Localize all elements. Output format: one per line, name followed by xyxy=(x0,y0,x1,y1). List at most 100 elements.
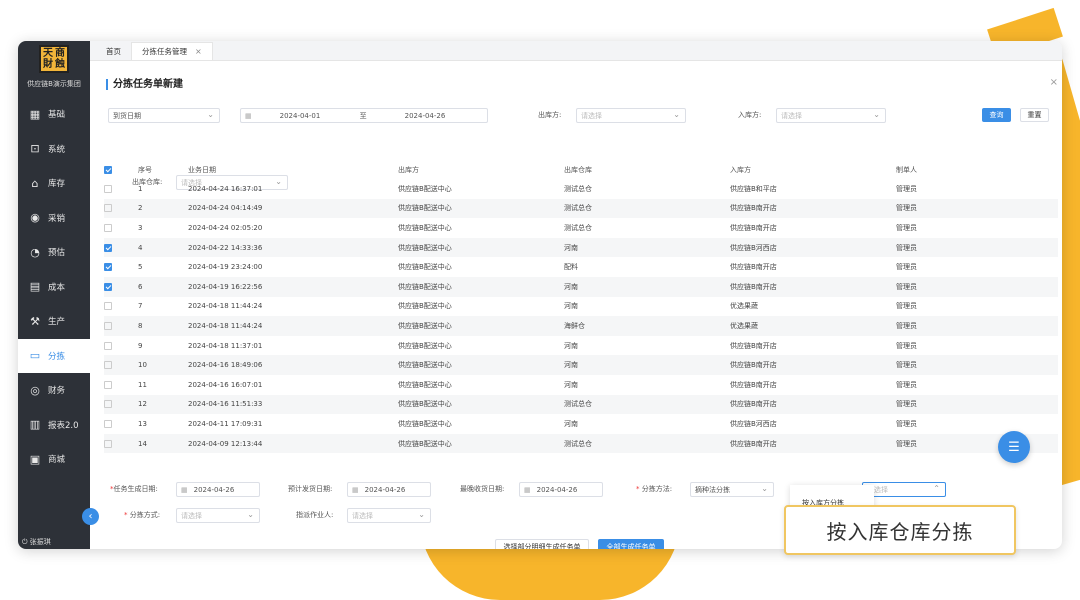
nav-item-mall[interactable]: ▣ 商城 xyxy=(18,442,90,477)
in-party-select[interactable]: 请选择 ⌄ xyxy=(776,108,886,123)
cell-in: 供应链B南开店 xyxy=(730,355,896,375)
table-row[interactable]: 6 2024-04-19 16:22:56 供应链B配送中心 河南 供应链B南开店 管理员 xyxy=(104,276,1058,297)
query-button[interactable]: 查询 xyxy=(982,108,1011,122)
cell-date: 2024-04-19 16:22:56 xyxy=(188,276,398,297)
chevron-down-icon: ⌄ xyxy=(207,110,214,119)
close-icon[interactable]: × xyxy=(1050,77,1058,88)
user-info[interactable]: ⏻ 张振琪 xyxy=(22,537,51,547)
exchange-icon: ◉ xyxy=(30,211,40,225)
nav-item-production[interactable]: ⚒ 生产 xyxy=(18,304,90,339)
cell-wh: 测试总仓 xyxy=(564,223,592,232)
out-party-select[interactable]: 请选择 ⌄ xyxy=(576,108,686,123)
nav-item-inventory[interactable]: ⌂ 库存 xyxy=(18,166,90,201)
cell-in: 供应链B河西店 xyxy=(730,419,777,428)
row-checkbox[interactable] xyxy=(104,439,112,448)
row-checkbox[interactable] xyxy=(104,184,112,193)
cell-out: 供应链B配送中心 xyxy=(398,302,452,311)
logo: 天 商 財 蝕 xyxy=(39,45,69,73)
sidebar: 天 商 財 蝕 供应链B演示集团 ▦ 基础 ⊡ 系统 ⌂ 库存 ◉ 采销 ◔ 预估 ▤ 成本… xyxy=(18,41,90,549)
cell-maker: 管理员 xyxy=(896,198,1058,219)
cell-no: 14 xyxy=(138,433,188,454)
table-row[interactable]: 9 2024-04-18 11:37:01 供应链B配送中心 河南 供应链B南开店 管理员 xyxy=(104,336,1058,356)
nav-label: 生产 xyxy=(48,317,66,328)
select-all-checkbox[interactable] xyxy=(104,165,112,174)
table-row[interactable]: 4 2024-04-22 14:33:36 供应链B配送中心 河南 供应链B河西店 管理员 xyxy=(104,237,1058,258)
close-icon[interactable]: × xyxy=(195,47,202,56)
nav-label: 成本 xyxy=(48,282,66,293)
select-all-cell xyxy=(104,160,138,179)
cell-out: 供应链B配送中心 xyxy=(398,184,452,193)
table-row[interactable]: 7 2024-04-18 11:44:24 供应链B配送中心 河南 优选果蔬 管理员 xyxy=(104,297,1058,317)
cell-in: 供应链B南开店 xyxy=(730,433,896,454)
cell-no: 7 xyxy=(138,302,143,311)
nav-item-finance[interactable]: ◎ 财务 xyxy=(18,373,90,408)
table-row[interactable]: 1 2024-04-24 16:37:01 供应链B配送中心 测试总仓 供应链B和平店 管… xyxy=(104,179,1058,199)
table-row[interactable]: 12 2024-04-16 11:51:33 供应链B配送中心 测试总仓 供应链B南开店… xyxy=(104,394,1058,415)
row-select-cell xyxy=(104,276,138,297)
cell-out: 供应链B配送中心 xyxy=(398,316,564,336)
table-row[interactable]: 3 2024-04-24 02:05:20 供应链B配送中心 测试总仓 供应链B南开店 管… xyxy=(104,218,1058,238)
col-header: 序号 xyxy=(138,165,152,174)
cell-maker: 管理员 xyxy=(896,223,917,232)
table-row[interactable]: 10 2024-04-16 18:49:06 供应链B配送中心 河南 供应链B南开店 管理… xyxy=(104,355,1058,375)
nav-menu: ▦ 基础 ⊡ 系统 ⌂ 库存 ◉ 采销 ◔ 预估 ▤ 成本 ⚒ 生产 ▭ 分拣 ◎ 财务 ▥ 报表2… xyxy=(18,97,90,477)
tab-sorting-task[interactable]: 分拣任务管理 × xyxy=(131,42,213,60)
nav-label: 预估 xyxy=(48,248,66,259)
cell-in: 供应链B南开店 xyxy=(730,341,777,350)
nav-item-cost[interactable]: ▤ 成本 xyxy=(18,270,90,305)
row-checkbox[interactable] xyxy=(104,419,112,428)
cell-date: 2024-04-18 11:37:01 xyxy=(188,341,263,350)
nav-item-report[interactable]: ▥ 报表2.0 xyxy=(18,408,90,443)
table-row[interactable]: 11 2024-04-16 16:07:01 供应链B配送中心 河南 供应链B南开店 管理… xyxy=(104,375,1058,395)
table-row[interactable]: 14 2024-04-09 12:13:44 供应链B配送中心 测试总仓 供应链B南开店… xyxy=(104,433,1058,454)
row-checkbox[interactable] xyxy=(104,380,112,389)
cell-in: 供应链B南开店 xyxy=(730,394,896,415)
cell-date: 2024-04-16 16:07:01 xyxy=(188,380,263,389)
cell-maker: 管理员 xyxy=(896,433,1058,454)
cell-no: 2 xyxy=(138,198,188,219)
cell-wh: 测试总仓 xyxy=(564,433,730,454)
cell-maker: 管理员 xyxy=(896,184,917,193)
row-checkbox[interactable] xyxy=(104,282,112,291)
nav-label: 基础 xyxy=(48,110,66,121)
row-checkbox[interactable] xyxy=(104,204,112,213)
date-type-select[interactable]: 到货日期 ⌄ xyxy=(108,108,220,123)
cell-no: 6 xyxy=(138,276,188,297)
cell-maker: 管理员 xyxy=(896,380,917,389)
date-separator: 至 xyxy=(359,111,367,120)
cell-no: 1 xyxy=(138,184,143,193)
table-row[interactable]: 13 2024-04-11 17:09:31 供应链B配送中心 河南 供应链B河西店 管理… xyxy=(104,414,1058,434)
row-checkbox[interactable] xyxy=(104,400,112,409)
table-row[interactable]: 5 2024-04-19 23:24:00 供应链B配送中心 配料 供应链B南开店 管理员 xyxy=(104,257,1058,277)
date-range-picker[interactable]: ▦ 2024-04-01 至 2024-04-26 xyxy=(240,108,488,123)
nav-item-forecast[interactable]: ◔ 预估 xyxy=(18,235,90,270)
row-select-cell xyxy=(104,336,138,356)
table-row[interactable]: 8 2024-04-18 11:44:24 供应链B配送中心 海鲜仓 优选果蔬 管理员 xyxy=(104,316,1058,336)
cell-wh: 河南 xyxy=(564,237,730,258)
row-checkbox[interactable] xyxy=(104,321,112,330)
row-select-cell xyxy=(104,257,138,277)
row-checkbox[interactable] xyxy=(104,223,112,232)
table-row[interactable]: 2 2024-04-24 04:14:49 供应链B配送中心 测试总仓 供应链B南开店管… xyxy=(104,198,1058,219)
cell-in: 优选果蔬 xyxy=(730,316,896,336)
collapse-sidebar-button[interactable]: ‹ xyxy=(82,508,99,525)
nav-item-system[interactable]: ⊡ 系统 xyxy=(18,132,90,167)
cell-date: 2024-04-18 11:44:24 xyxy=(188,316,398,336)
nav-item-basic[interactable]: ▦ 基础 xyxy=(18,97,90,132)
row-checkbox[interactable] xyxy=(104,263,112,272)
nav-item-purchase-sales[interactable]: ◉ 采销 xyxy=(18,201,90,236)
nav-item-sorting[interactable]: ▭ 分拣 xyxy=(18,338,90,373)
tab-home[interactable]: 首页 xyxy=(96,42,131,60)
cell-no: 12 xyxy=(138,394,188,415)
row-checkbox[interactable] xyxy=(104,341,112,350)
row-checkbox[interactable] xyxy=(104,302,112,311)
cell-out: 供应链B配送中心 xyxy=(398,237,564,258)
cell-out: 供应链B配送中心 xyxy=(398,419,452,428)
reset-button[interactable]: 重置 xyxy=(1020,108,1049,122)
floating-action-button[interactable]: ☰ xyxy=(998,431,1030,463)
select-placeholder: 请选择 xyxy=(581,111,602,120)
cell-in: 供应链B南开店 xyxy=(730,276,896,297)
row-checkbox[interactable] xyxy=(104,243,112,252)
col-header: 出库仓库 xyxy=(564,165,592,174)
row-checkbox[interactable] xyxy=(104,361,112,370)
